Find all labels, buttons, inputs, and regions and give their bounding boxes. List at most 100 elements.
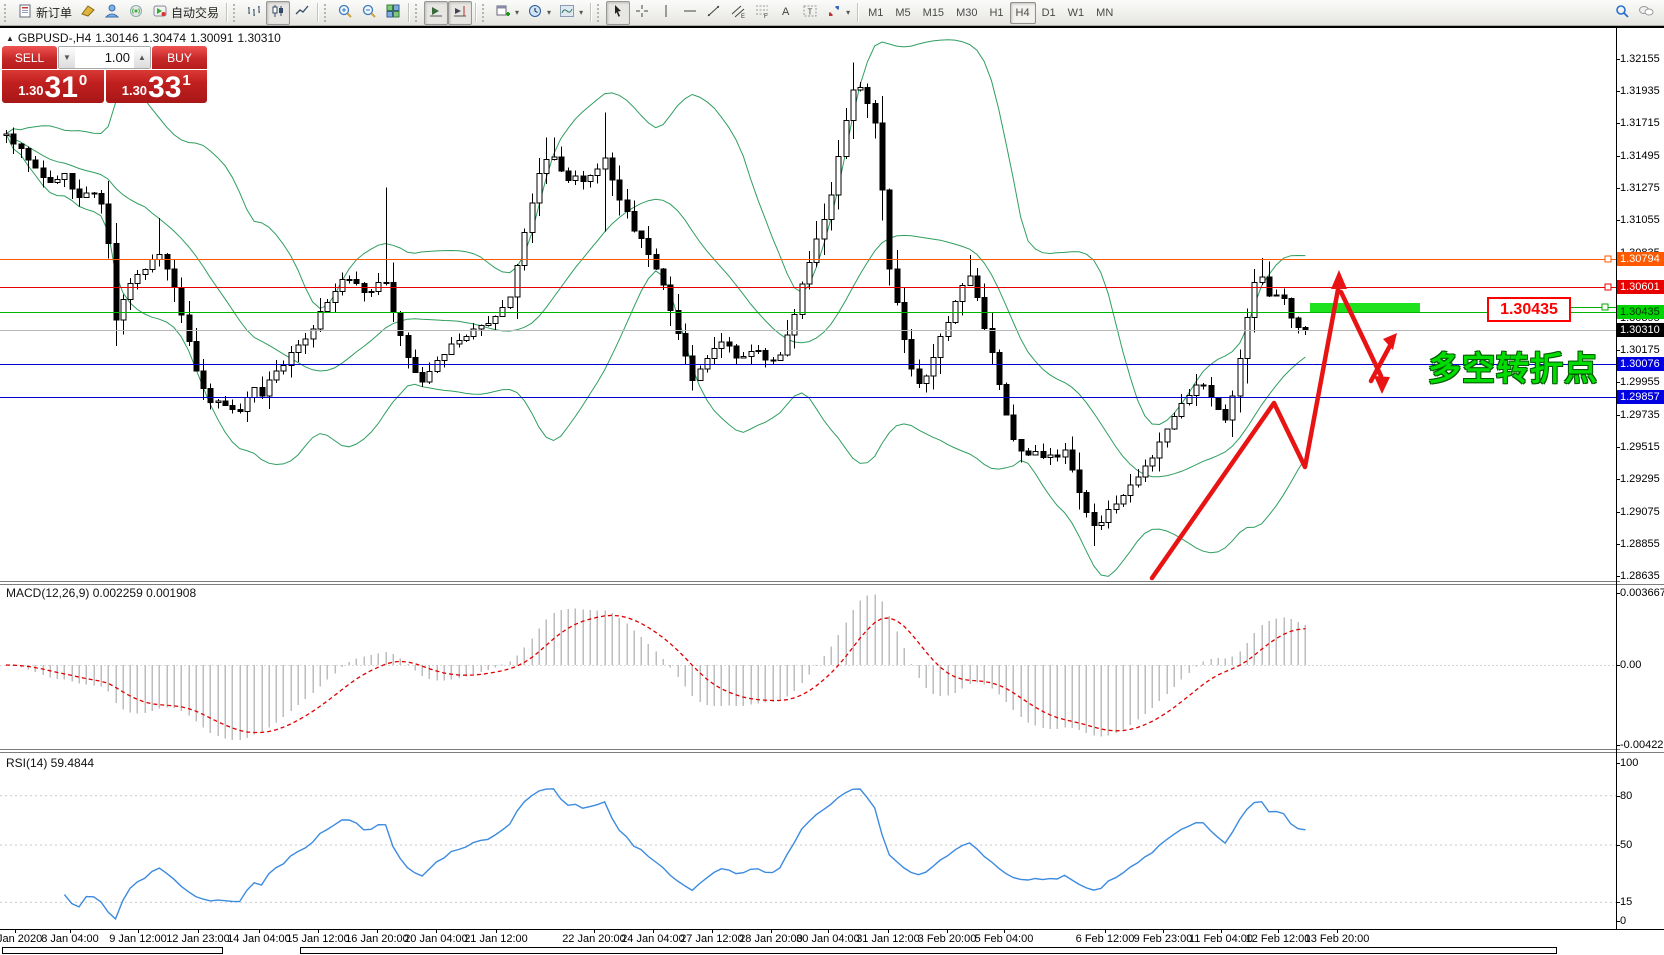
cursor-button[interactable]: [606, 1, 630, 25]
minimized-window-bar[interactable]: [2, 947, 223, 954]
mt4-window: 新订单自动交易▾▾▾EFAT▾M1M5M15M30H1H4D1W1MN ▲GBP…: [0, 0, 1664, 955]
timeframe-M30[interactable]: M30: [950, 2, 983, 24]
new-order-button[interactable]: 新订单: [13, 1, 76, 25]
hline-button[interactable]: [678, 1, 702, 25]
timeframe-D1[interactable]: D1: [1036, 2, 1062, 24]
timeframe-H4[interactable]: H4: [1010, 2, 1036, 24]
cursor-icon: [610, 3, 626, 22]
toolbar-grip[interactable]: [597, 4, 603, 22]
annotation-text: 多空转折点: [1428, 342, 1598, 390]
price-axis-label: 1.31275: [1620, 182, 1664, 195]
rsi-axis-label: 15: [1620, 896, 1664, 909]
autotrade-icon: [152, 3, 168, 22]
svg-text:E: E: [741, 14, 745, 19]
price-axis-label: 1.31935: [1620, 85, 1664, 98]
trendline-button[interactable]: [702, 1, 726, 25]
bottom-strip: [0, 946, 1664, 955]
chart-window-border: [0, 26, 1664, 28]
line-chart-button[interactable]: [290, 1, 314, 25]
tile-windows-button[interactable]: [381, 1, 405, 25]
zoom-out-button[interactable]: [357, 1, 381, 25]
toolbar-grip[interactable]: [4, 4, 10, 22]
svg-text:F: F: [764, 14, 768, 19]
bar-chart-button[interactable]: [242, 1, 266, 25]
time-axis-label: 21 Jan 12:00: [450, 933, 542, 945]
toolbar: 新订单 自动交易 ▾ ▾ ▾ E F A T ▾ M1M5M15M30H1H4D1W1MN: [0, 0, 1664, 26]
zoom-in-icon: [337, 3, 353, 22]
toolbar-grip[interactable]: [482, 4, 488, 22]
styler-icon: [80, 3, 96, 22]
macd-axis-label: -0.00422: [1620, 739, 1664, 752]
signals-button[interactable]: [124, 1, 148, 25]
text-button[interactable]: A: [774, 1, 798, 25]
timeframe-M15[interactable]: M15: [917, 2, 950, 24]
profile-icon: [104, 3, 120, 22]
line-chart-icon: [294, 3, 310, 22]
toolbar-grip[interactable]: [415, 4, 421, 22]
timeframe-H1[interactable]: H1: [983, 2, 1009, 24]
ohlc-open: 1.30146: [95, 31, 138, 45]
volume-increase-button[interactable]: ▲: [134, 47, 150, 68]
price-flag-label[interactable]: 1.30435: [1487, 297, 1571, 322]
ohlc-low: 1.30091: [190, 31, 233, 45]
autotrade-button[interactable]: 自动交易: [148, 1, 223, 25]
macd-axis-label: 0.00: [1620, 659, 1664, 672]
timeframe-M1[interactable]: M1: [862, 2, 889, 24]
arrows-button[interactable]: ▾: [822, 1, 854, 25]
svg-text:T: T: [808, 8, 813, 17]
price-axis-label: 1.30175: [1620, 344, 1664, 357]
candle-chart-icon: [270, 3, 286, 22]
trendline-icon: [706, 3, 722, 22]
styler-button[interactable]: [76, 1, 100, 25]
period-button[interactable]: ▾: [523, 1, 555, 25]
price-tag-1.30794: 1.30794: [1617, 252, 1664, 266]
fibonacci-button[interactable]: F: [750, 1, 774, 25]
price-axis-label: 1.32155: [1620, 53, 1664, 66]
chart-shift-button[interactable]: [448, 1, 472, 25]
price-axis-label: 1.31495: [1620, 150, 1664, 163]
timeframe-W1[interactable]: W1: [1062, 2, 1091, 24]
sell-price[interactable]: 1.30310: [2, 70, 104, 103]
volume-decrease-button[interactable]: ▼: [59, 47, 75, 68]
arrows-icon: [826, 3, 842, 22]
chevron-down-icon: ▾: [547, 8, 551, 17]
toolbar-separator: [857, 3, 859, 22]
one-click-trading-panel: SELL ▼ 1.00 ▲ BUY 1.30310 1.30331: [2, 46, 207, 103]
fibonacci-icon: F: [754, 3, 770, 22]
vline-icon: [658, 3, 674, 22]
search-button[interactable]: [1610, 1, 1634, 25]
price-axis-label: 1.31055: [1620, 214, 1664, 227]
crosshair-button[interactable]: [630, 1, 654, 25]
profile-button[interactable]: [100, 1, 124, 25]
zoom-in-button[interactable]: [333, 1, 357, 25]
candle-chart-button[interactable]: [266, 1, 290, 25]
template-button[interactable]: ▾: [555, 1, 587, 25]
toolbar-separator: [475, 3, 477, 22]
timeframe-MN[interactable]: MN: [1090, 2, 1119, 24]
volume-input[interactable]: 1.00: [75, 47, 134, 68]
price-axis-label: 1.28855: [1620, 538, 1664, 551]
price-axis-label: 1.31715: [1620, 117, 1664, 130]
new-order-icon: [17, 3, 33, 22]
chat-button[interactable]: [1634, 1, 1658, 25]
rsi-axis-label: 80: [1620, 790, 1664, 803]
toolbar-grip[interactable]: [324, 4, 330, 22]
chart-area[interactable]: [0, 28, 1616, 581]
new-chart-button[interactable]: ▾: [491, 1, 523, 25]
price-tag-1.30435: 1.30435: [1617, 305, 1664, 319]
buy-button[interactable]: BUY: [152, 46, 207, 69]
vline-button[interactable]: [654, 1, 678, 25]
buy-price[interactable]: 1.30331: [106, 70, 208, 103]
bar-chart-icon: [246, 3, 262, 22]
minimized-window-bar[interactable]: [300, 947, 1557, 954]
chart-shift-icon: [452, 3, 468, 22]
channel-button[interactable]: E: [726, 1, 750, 25]
collapse-arrow-icon[interactable]: ▲: [6, 34, 14, 43]
zoom-out-icon: [361, 3, 377, 22]
timeframe-M5[interactable]: M5: [889, 2, 916, 24]
toolbar-grip[interactable]: [233, 4, 239, 22]
sell-button[interactable]: SELL: [2, 46, 57, 69]
auto-scroll-button[interactable]: [424, 1, 448, 25]
price-axis-label: 1.28635: [1620, 570, 1664, 583]
label-button[interactable]: T: [798, 1, 822, 25]
